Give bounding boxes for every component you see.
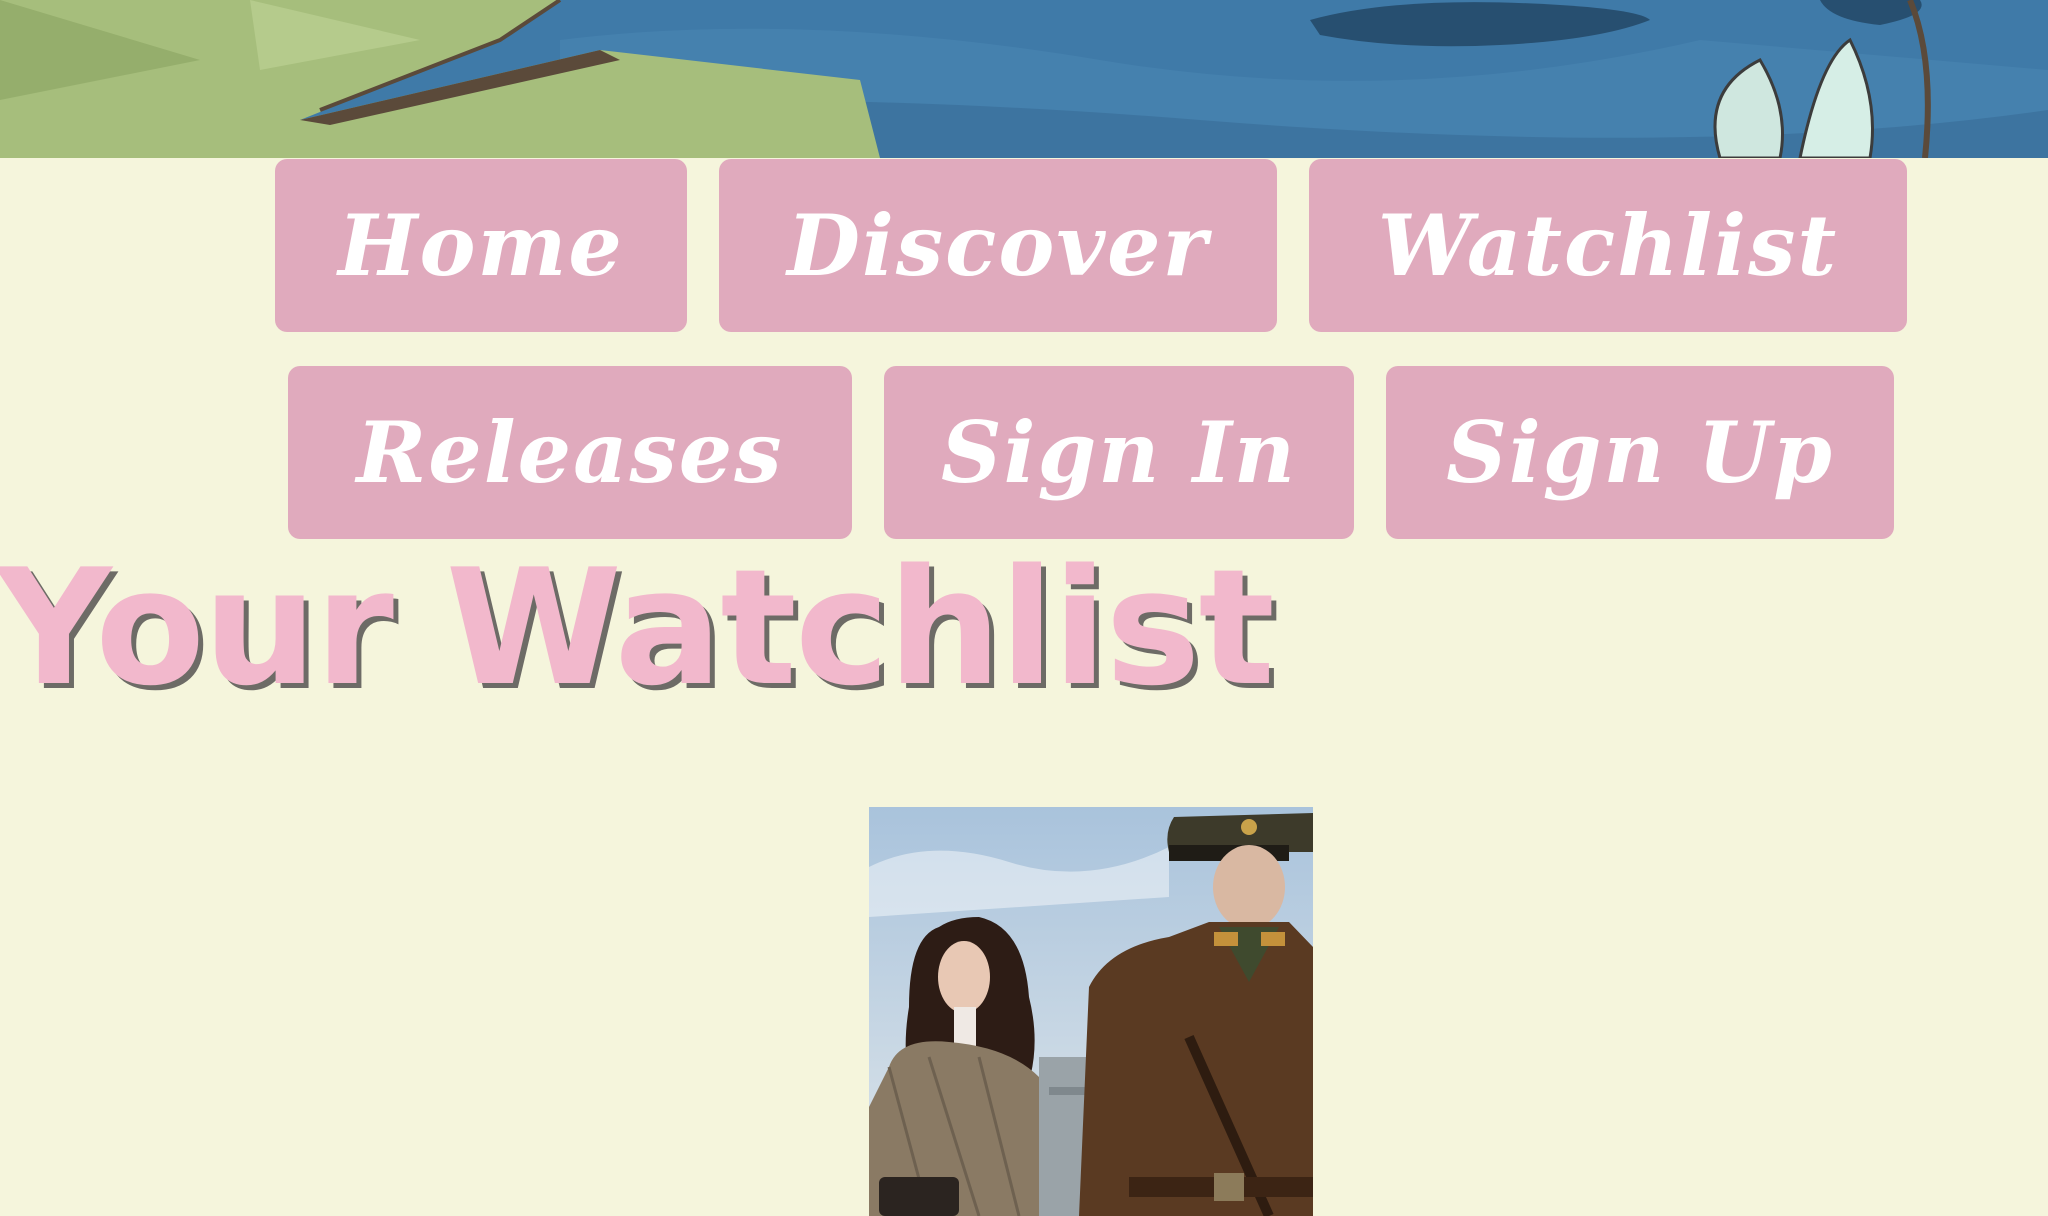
nav-sign-in-button[interactable]: Sign In xyxy=(884,366,1354,539)
header-banner-image xyxy=(0,0,2048,158)
nav-discover-button[interactable]: Discover xyxy=(719,159,1277,332)
nav-releases-button[interactable]: Releases xyxy=(288,366,852,539)
page-title: Your Watchlist xyxy=(0,534,1275,721)
nav-home-button[interactable]: Home xyxy=(275,159,687,332)
nav-sign-up-button[interactable]: Sign Up xyxy=(1386,366,1894,539)
nav-watchlist-button[interactable]: Watchlist xyxy=(1309,159,1907,332)
watchlist-poster[interactable] xyxy=(869,807,1313,1216)
